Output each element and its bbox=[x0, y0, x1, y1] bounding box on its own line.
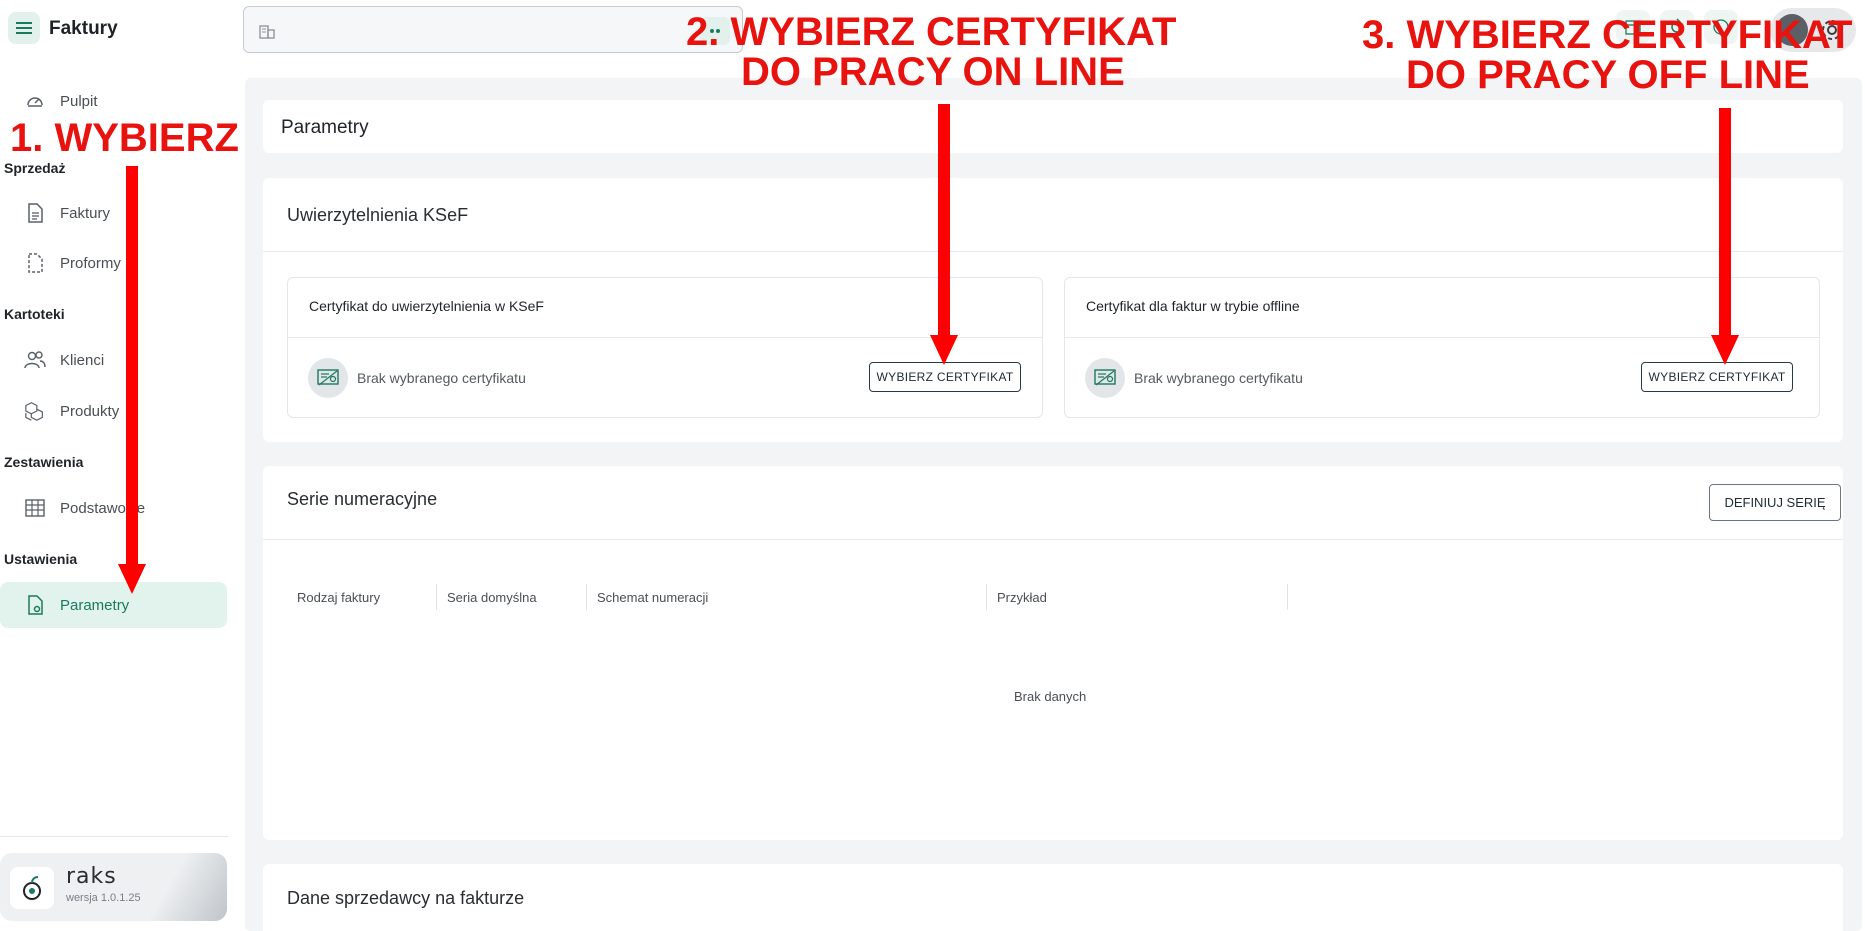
page-title: Parametry bbox=[281, 117, 369, 138]
offline-cert-title: Certyfikat dla faktur w trybie offline bbox=[1086, 298, 1300, 314]
column-header[interactable]: Przykład bbox=[997, 590, 1047, 605]
arrow-step2 bbox=[938, 104, 950, 336]
brand-card: raks wersja 1.0.1.25 bbox=[0, 853, 227, 921]
annotation-step2-line1: 2. WYBIERZ CERTYFIKAT bbox=[686, 10, 1177, 54]
sidebar-item-podstawowe[interactable]: Podstawowe bbox=[0, 485, 227, 531]
sidebar-item-label: Faktury bbox=[60, 204, 111, 222]
arrow-head-step3 bbox=[1711, 335, 1739, 365]
arrow-step1 bbox=[126, 166, 138, 566]
building-icon bbox=[258, 22, 276, 45]
certificate-icon bbox=[1085, 358, 1125, 398]
boxes-icon bbox=[24, 400, 46, 422]
brand-name: raks bbox=[66, 864, 117, 889]
table-icon bbox=[24, 497, 46, 519]
select-online-certificate-button[interactable]: WYBIERZ CERTYFIKAT bbox=[869, 362, 1021, 392]
app-header: Faktury bbox=[0, 0, 243, 58]
column-divider bbox=[436, 584, 437, 610]
sidebar-item-faktury[interactable]: Faktury bbox=[0, 190, 227, 236]
column-header[interactable]: Rodzaj faktury bbox=[297, 590, 380, 605]
arrow-step3 bbox=[1719, 108, 1731, 336]
column-header[interactable]: Schemat numeracji bbox=[597, 590, 708, 605]
column-header[interactable]: Seria domyślna bbox=[447, 590, 537, 605]
sidebar-item-proformy[interactable]: Proformy bbox=[0, 240, 227, 286]
dashed-document-icon bbox=[24, 252, 46, 274]
divider bbox=[263, 539, 1843, 540]
certificate-icon bbox=[308, 358, 348, 398]
ksef-card: Uwierzytelnienia KSeF Certyfikat do uwie… bbox=[263, 178, 1843, 442]
section-zestawienia: Zestawienia bbox=[4, 454, 84, 470]
arrow-head-step1 bbox=[118, 564, 146, 594]
online-cert-status: Brak wybranego certyfikatu bbox=[357, 370, 526, 386]
column-divider bbox=[986, 584, 987, 610]
gauge-icon bbox=[24, 90, 46, 112]
section-ustawienia: Ustawienia bbox=[4, 551, 78, 567]
offline-cert-box: Certyfikat dla faktur w trybie offline B… bbox=[1064, 277, 1820, 418]
annotation-step1: 1. WYBIERZ bbox=[10, 116, 239, 160]
annotation-step2-line2: DO PRACY ON LINE bbox=[741, 50, 1125, 94]
settings-document-icon bbox=[24, 594, 46, 616]
sidebar-item-label: Proformy bbox=[60, 254, 121, 272]
column-divider bbox=[1287, 584, 1288, 610]
annotation-step3-line2: DO PRACY OFF LINE bbox=[1406, 53, 1810, 97]
sidebar-item-klienci[interactable]: Klienci bbox=[0, 337, 227, 383]
divider bbox=[288, 337, 1042, 338]
offline-cert-status: Brak wybranego certyfikatu bbox=[1134, 370, 1303, 386]
divider bbox=[263, 251, 1843, 252]
define-series-button[interactable]: DEFINIUJ SERIĘ bbox=[1709, 484, 1841, 521]
arrow-head-step2 bbox=[930, 335, 958, 365]
empty-state: Brak danych bbox=[1014, 689, 1087, 704]
series-card: Serie numeracyjne DEFINIUJ SERIĘ Rodzaj … bbox=[263, 466, 1843, 840]
menu-button[interactable] bbox=[8, 12, 40, 44]
sidebar-item-label: Klienci bbox=[60, 351, 105, 369]
app-title: Faktury bbox=[49, 18, 118, 39]
search-input[interactable] bbox=[243, 6, 743, 53]
column-divider bbox=[586, 584, 587, 610]
divider bbox=[1065, 337, 1819, 338]
select-offline-certificate-button[interactable]: WYBIERZ CERTYFIKAT bbox=[1641, 362, 1793, 392]
sidebar-item-label: Pulpit bbox=[60, 92, 98, 110]
online-cert-title: Certyfikat do uwierzytelnienia w KSeF bbox=[309, 298, 544, 314]
ksef-heading: Uwierzytelnienia KSeF bbox=[287, 205, 469, 225]
brand-logo-icon bbox=[10, 867, 54, 909]
seller-heading: Dane sprzedawcy na fakturze bbox=[287, 888, 525, 908]
sidebar-item-label: Parametry bbox=[60, 596, 130, 614]
document-icon bbox=[24, 202, 46, 224]
series-heading: Serie numeracyjne bbox=[287, 489, 438, 509]
main-content: Parametry Uwierzytelnienia KSeF Certyfik… bbox=[245, 78, 1862, 931]
sidebar-item-produkty[interactable]: Produkty bbox=[0, 388, 227, 434]
hamburger-icon bbox=[16, 22, 32, 34]
sidebar-item-parametry[interactable]: Parametry bbox=[0, 582, 227, 628]
page-title-card: Parametry bbox=[263, 100, 1843, 153]
annotation-step3-line1: 3. WYBIERZ CERTYFIKAT bbox=[1362, 13, 1853, 57]
section-sprzedaz: Sprzedaż bbox=[4, 160, 66, 176]
users-icon bbox=[24, 349, 46, 371]
seller-card: Dane sprzedawcy na fakturze bbox=[263, 864, 1843, 931]
section-kartoteki: Kartoteki bbox=[4, 306, 65, 322]
app-version: wersja 1.0.1.25 bbox=[66, 892, 141, 904]
sidebar-item-label: Produkty bbox=[60, 402, 120, 420]
sidebar-divider bbox=[0, 836, 228, 837]
